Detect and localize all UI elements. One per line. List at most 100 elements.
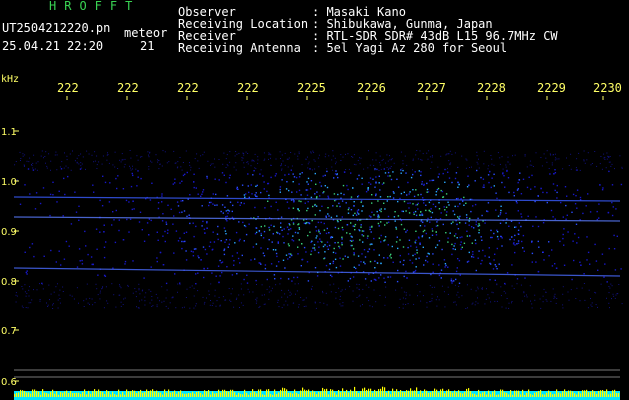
noise-pixel xyxy=(70,169,72,171)
level-spike xyxy=(618,393,620,397)
level-spike xyxy=(522,389,524,397)
noise-pixel xyxy=(440,277,442,279)
noise-pixel xyxy=(428,209,430,212)
level-spike xyxy=(88,390,90,397)
noise-pixel xyxy=(223,248,226,250)
noise-pixel xyxy=(518,222,520,224)
noise-pixel xyxy=(342,302,344,304)
noise-pixel xyxy=(285,188,288,190)
noise-pixel xyxy=(280,277,282,280)
noise-pixel xyxy=(229,239,231,241)
level-spike xyxy=(420,390,422,397)
noise-pixel xyxy=(155,293,157,295)
noise-pixel xyxy=(461,295,463,297)
noise-pixel xyxy=(180,166,182,168)
noise-pixel xyxy=(562,286,564,288)
noise-pixel xyxy=(313,159,315,161)
level-spike xyxy=(72,393,74,397)
noise-pixel xyxy=(309,168,311,170)
noise-pixel xyxy=(179,282,181,284)
noise-pixel xyxy=(596,218,598,221)
noise-pixel xyxy=(317,251,320,254)
noise-pixel xyxy=(66,159,68,161)
noise-pixel xyxy=(30,302,32,304)
noise-pixel xyxy=(247,161,249,163)
noise-pixel xyxy=(575,167,577,169)
noise-pixel xyxy=(170,208,172,210)
noise-pixel xyxy=(55,261,57,263)
noise-pixel xyxy=(314,168,316,170)
noise-pixel xyxy=(451,253,453,256)
noise-pixel xyxy=(176,167,178,169)
noise-pixel xyxy=(155,154,157,156)
noise-pixel xyxy=(25,271,27,274)
noise-pixel xyxy=(99,292,101,294)
noise-pixel xyxy=(387,244,389,246)
noise-pixel xyxy=(337,176,339,179)
noise-pixel xyxy=(608,292,610,294)
noise-pixel xyxy=(67,167,69,169)
level-spike xyxy=(188,393,190,397)
noise-pixel xyxy=(294,231,297,234)
noise-pixel xyxy=(317,241,319,243)
noise-pixel xyxy=(562,307,564,309)
noise-pixel xyxy=(80,162,82,164)
noise-pixel xyxy=(620,183,623,186)
noise-pixel xyxy=(578,152,580,154)
noise-pixel xyxy=(442,172,444,175)
noise-pixel xyxy=(373,237,375,240)
noise-pixel xyxy=(594,291,596,293)
noise-pixel xyxy=(384,236,387,238)
noise-pixel xyxy=(477,163,479,165)
noise-pixel xyxy=(397,200,399,203)
level-spike xyxy=(480,393,482,397)
noise-pixel xyxy=(191,285,193,287)
noise-pixel xyxy=(268,152,270,154)
noise-pixel xyxy=(326,241,329,243)
noise-pixel xyxy=(306,181,308,183)
level-spike xyxy=(30,393,32,397)
noise-pixel xyxy=(284,267,286,269)
noise-pixel xyxy=(206,175,208,178)
noise-pixel xyxy=(311,285,313,287)
noise-pixel xyxy=(224,230,227,232)
noise-pixel xyxy=(307,156,308,158)
noise-pixel xyxy=(403,200,406,203)
noise-pixel xyxy=(64,152,65,154)
noise-pixel xyxy=(162,213,164,215)
noise-pixel xyxy=(556,158,558,160)
noise-pixel xyxy=(447,241,449,243)
spectrogram-lines xyxy=(13,196,621,378)
noise-pixel xyxy=(235,151,237,152)
noise-pixel xyxy=(374,168,376,170)
noise-pixel xyxy=(270,205,272,208)
noise-pixel xyxy=(556,298,558,299)
noise-pixel xyxy=(281,229,283,231)
noise-pixel xyxy=(531,261,533,263)
noise-pixel xyxy=(289,224,291,226)
noise-pixel xyxy=(530,300,531,302)
noise-pixel xyxy=(330,291,332,293)
noise-pixel xyxy=(372,159,374,161)
noise-pixel xyxy=(260,232,262,235)
noise-pixel xyxy=(287,243,290,245)
noise-pixel xyxy=(254,194,256,196)
level-spike xyxy=(412,390,414,397)
level-spike xyxy=(526,392,528,397)
noise-pixel xyxy=(80,165,82,167)
noise-pixel xyxy=(202,220,204,223)
level-spike xyxy=(152,389,154,397)
level-spike xyxy=(222,389,224,397)
noise-pixel xyxy=(314,203,316,206)
noise-pixel xyxy=(526,166,528,168)
noise-pixel xyxy=(400,223,403,226)
level-spike xyxy=(568,390,570,397)
noise-pixel xyxy=(352,225,354,227)
level-spike xyxy=(250,392,252,397)
noise-pixel xyxy=(86,150,88,152)
noise-pixel xyxy=(412,158,414,160)
noise-pixel xyxy=(193,173,195,175)
noise-pixel xyxy=(540,157,542,158)
noise-pixel xyxy=(488,247,490,249)
level-spike xyxy=(232,389,234,397)
